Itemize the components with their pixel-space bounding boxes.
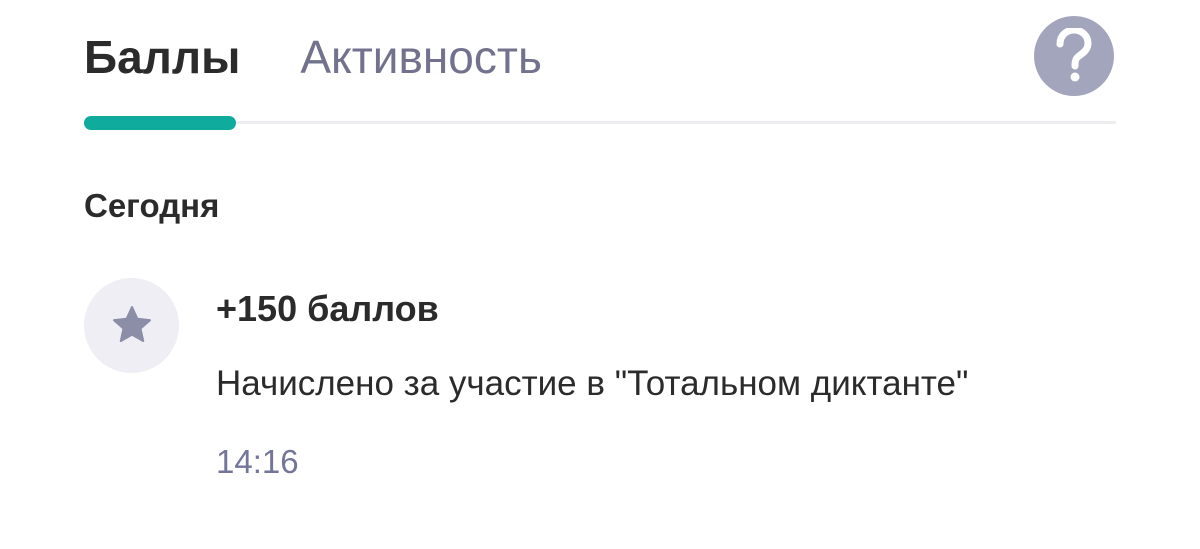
tab-divider — [84, 121, 1116, 124]
event-points: +150 баллов — [216, 288, 439, 329]
tab-activity[interactable]: Активность — [300, 22, 542, 92]
section-title-today: Сегодня — [84, 187, 220, 224]
tab-points[interactable]: Баллы — [84, 22, 240, 92]
event-icon-badge — [84, 278, 179, 373]
star-icon — [110, 305, 154, 347]
event-time: 14:16 — [216, 443, 299, 480]
question-icon — [1052, 28, 1096, 84]
tab-bar: Баллы Активность — [84, 22, 542, 92]
event-description: Начислено за участие в "Тотальном диктан… — [216, 364, 969, 403]
active-tab-indicator — [84, 116, 236, 130]
points-screen: Баллы Активность Сегодня +150 баллов Нач… — [0, 0, 1200, 549]
help-button[interactable] — [1034, 16, 1114, 96]
